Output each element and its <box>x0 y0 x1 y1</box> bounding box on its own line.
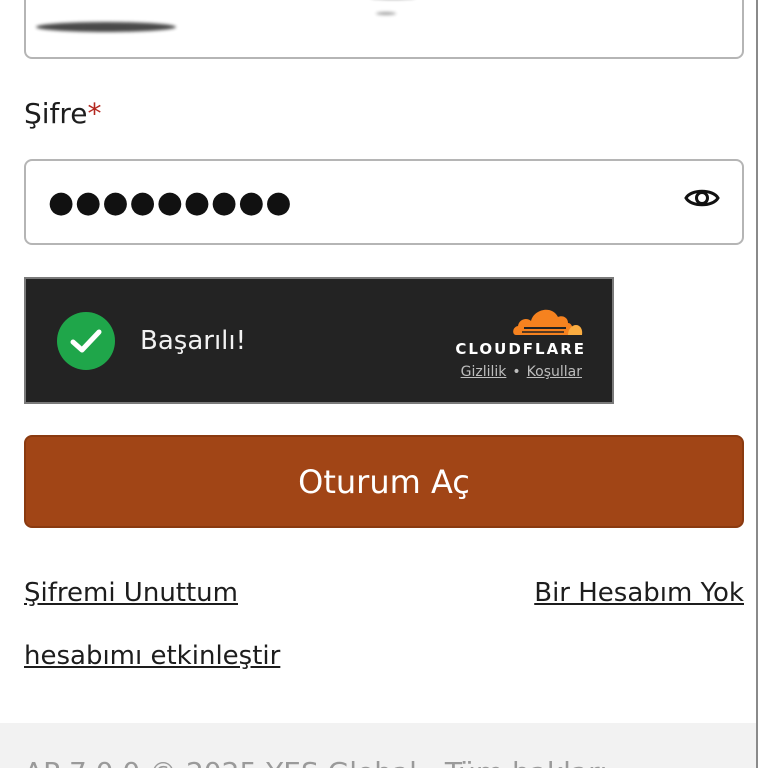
password-label-text: Şifre <box>24 97 88 130</box>
cloudflare-turnstile-widget: Başarılı! CLOUDFLARE Gizlilik • Koşullar <box>24 277 614 404</box>
footer: AP 7.0.0 © 2025 YES Global - Tüm hakları <box>0 723 756 768</box>
scroll-edge <box>756 0 768 768</box>
privacy-link[interactable]: Gizlilik <box>461 364 507 380</box>
check-icon <box>70 329 102 353</box>
success-check-badge <box>57 312 115 370</box>
captcha-status-text: Başarılı! <box>140 326 247 356</box>
login-page: Şifre* ●●●●●●●●● Başarılı! CLOUDFLARE Gi… <box>0 0 768 768</box>
password-value: ●●●●●●●●● <box>48 185 293 220</box>
redacted-text <box>376 12 396 15</box>
forgot-password-link[interactable]: Şifremi Unuttum <box>24 576 238 610</box>
activate-account-link[interactable]: hesabımı etkinleştir <box>24 639 280 673</box>
link-separator: • <box>512 364 521 380</box>
redacted-text <box>36 22 176 32</box>
footer-text: AP 7.0.0 © 2025 YES Global - Tüm hakları <box>24 755 607 768</box>
cloudflare-logo-icon <box>513 309 583 335</box>
password-input[interactable]: ●●●●●●●●● <box>24 159 744 245</box>
eye-icon <box>684 189 720 207</box>
captcha-links: Gizlilik • Koşullar <box>406 363 582 381</box>
required-mark: * <box>87 97 102 130</box>
email-input[interactable] <box>24 0 744 59</box>
password-label: Şifre* <box>24 96 102 132</box>
login-button[interactable]: Oturum Aç <box>24 435 744 528</box>
terms-link[interactable]: Koşullar <box>527 364 582 380</box>
no-account-link[interactable]: Bir Hesabım Yok <box>534 576 744 610</box>
cloudflare-brand-text: CLOUDFLARE <box>455 340 586 358</box>
show-password-button[interactable] <box>682 178 722 218</box>
